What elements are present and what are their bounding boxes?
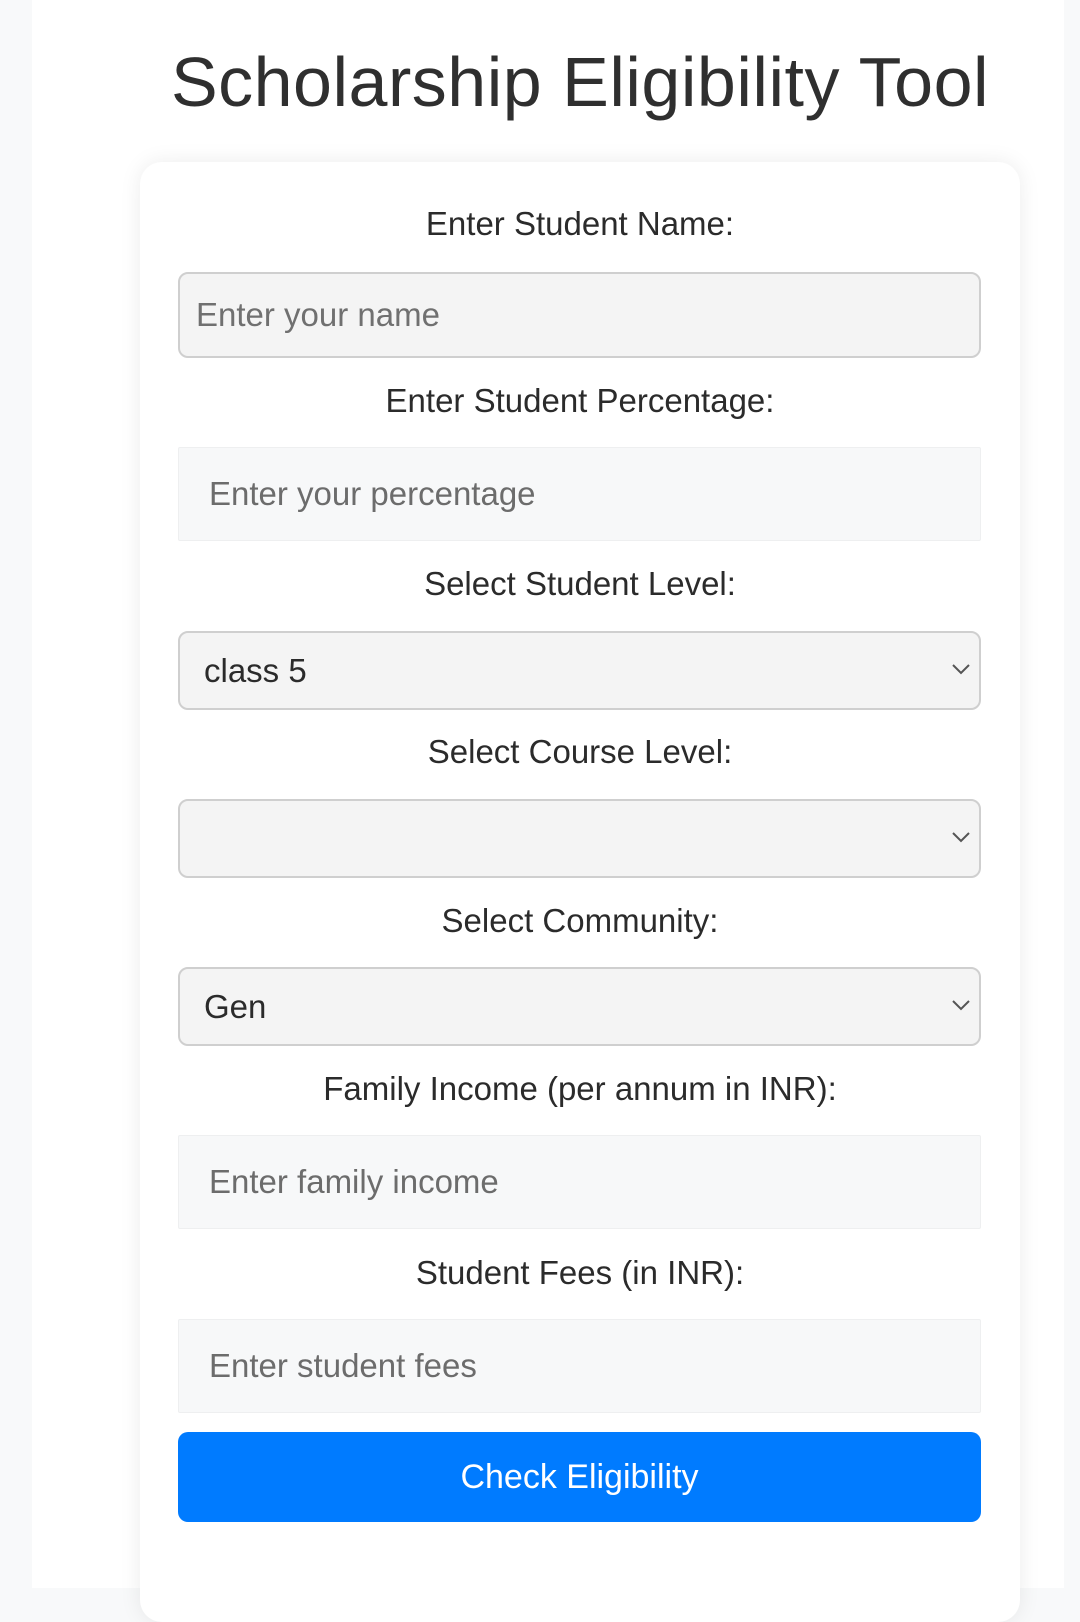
community-select[interactable]: Gen [178,967,981,1046]
family-income-label: Family Income (per annum in INR): [323,1070,837,1107]
chevron-down-icon [952,832,970,843]
student-level-selected-value: class 5 [204,652,307,689]
course-level-select[interactable] [178,799,981,878]
student-fees-input[interactable] [178,1319,981,1413]
student-percentage-input[interactable] [178,447,981,541]
chevron-down-icon [952,664,970,675]
eligibility-form-card: Enter Student Name: Enter Student Percen… [140,162,1020,1622]
family-income-input[interactable] [178,1135,981,1229]
student-level-select[interactable]: class 5 [178,631,981,710]
student-fees-label: Student Fees (in INR): [415,1254,745,1291]
student-name-input[interactable] [178,272,981,358]
page-title: Scholarship Eligibility Tool [170,43,990,121]
chevron-down-icon [952,1000,970,1011]
community-label: Select Community: [441,902,719,939]
student-percentage-label: Enter Student Percentage: [385,382,775,419]
course-level-label: Select Course Level: [427,733,733,770]
student-name-label: Enter Student Name: [425,205,735,242]
community-selected-value: Gen [204,988,267,1025]
check-eligibility-button[interactable]: Check Eligibility [178,1432,981,1522]
page-column: Scholarship Eligibility Tool Enter Stude… [32,0,1064,1622]
student-level-label: Select Student Level: [424,565,736,602]
